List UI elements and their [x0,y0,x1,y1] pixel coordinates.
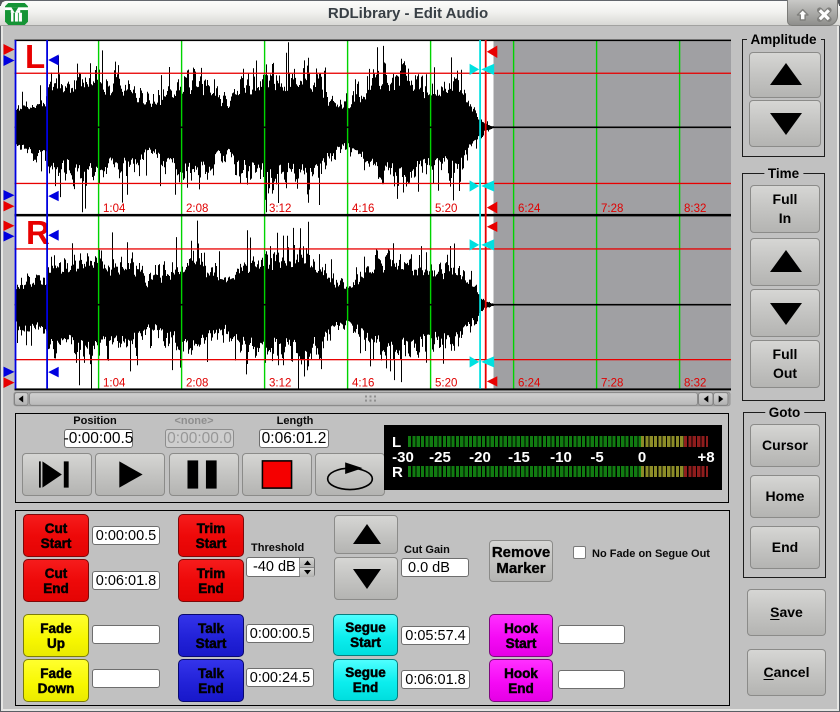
svg-text:1:04: 1:04 [103,378,126,390]
svg-text:5:20: 5:20 [435,378,457,390]
svg-text:1:04: 1:04 [103,203,126,215]
svg-text:3:12: 3:12 [269,378,291,390]
svg-text:L: L [25,38,45,75]
svg-text:2:08: 2:08 [186,203,208,215]
svg-text:7:28: 7:28 [601,203,623,215]
svg-text:7:28: 7:28 [601,378,623,390]
svg-text:5:20: 5:20 [435,203,457,215]
svg-text:4:16: 4:16 [352,203,374,215]
svg-text:8:32: 8:32 [684,203,706,215]
svg-text:3:12: 3:12 [269,203,291,215]
svg-text:8:32: 8:32 [684,378,706,390]
svg-text:6:24: 6:24 [518,203,541,215]
svg-text:6:24: 6:24 [518,378,541,390]
svg-text:2:08: 2:08 [186,378,208,390]
svg-text:4:16: 4:16 [352,378,374,390]
